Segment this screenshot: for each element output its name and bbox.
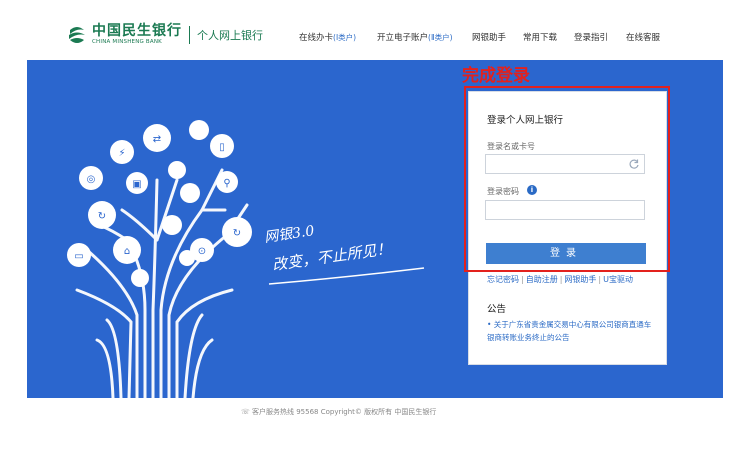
nav-ebank-assistant[interactable]: 网银助手 xyxy=(472,31,506,43)
svg-text:▯: ▯ xyxy=(219,142,225,153)
svg-text:◎: ◎ xyxy=(87,174,96,185)
nav-login-guide[interactable]: 登录指引 xyxy=(574,31,608,43)
login-title: 登录个人网上银行 xyxy=(487,115,564,126)
link-separator: | xyxy=(598,275,602,284)
refresh-icon[interactable] xyxy=(628,158,640,170)
link-separator: | xyxy=(559,275,563,284)
slogan-line-2: 改变，不止所见！ xyxy=(271,239,392,274)
nav-open-e-account[interactable]: 开立电子账户(Ⅱ类户) xyxy=(377,31,453,43)
nav-online-service[interactable]: 在线客服 xyxy=(626,31,660,43)
notice-item[interactable]: • 关于广东省贵金属交易中心有限公司银商直通车银商转账业务终止的公告 xyxy=(487,318,657,344)
nav-downloads[interactable]: 常用下载 xyxy=(523,31,557,43)
svg-text:⚲: ⚲ xyxy=(223,178,230,189)
self-register-link[interactable]: 自助注册 xyxy=(526,275,558,284)
password-label: 登录密码 xyxy=(487,187,519,196)
svg-text:⚡: ⚡ xyxy=(118,148,125,159)
svg-text:↻: ↻ xyxy=(98,211,106,222)
footer-text: 客户服务热线 95568 Copyright© 版权所有 中国民生银行 xyxy=(251,408,437,416)
site-header: 中国民生银行 CHINA MINSHENG BANK 个人网上银行 在线办卡(Ⅰ… xyxy=(0,0,750,60)
slogan-graphic: 网银3.0 改变，不止所见！ xyxy=(263,223,425,285)
quick-links: 忘记密码 | 自助注册 | 网银助手 | U宝驱动 xyxy=(487,274,633,285)
svg-text:▭: ▭ xyxy=(74,251,83,262)
ukey-driver-link[interactable]: U宝驱动 xyxy=(603,275,633,284)
svg-text:⇄: ⇄ xyxy=(153,134,161,145)
info-icon[interactable]: i xyxy=(527,185,537,195)
annotation-label: 完成登录 xyxy=(462,66,530,86)
slogan-line-1: 网银3.0 xyxy=(263,223,315,246)
password-input[interactable] xyxy=(485,200,645,220)
phone-icon: ☏ xyxy=(241,408,252,416)
svg-text:↻: ↻ xyxy=(233,228,241,239)
svg-text:▣: ▣ xyxy=(132,179,141,190)
footer: ☏ 客户服务热线 95568 Copyright© 版权所有 中国民生银行 xyxy=(241,407,436,417)
svg-text:⊙: ⊙ xyxy=(198,246,206,257)
link-separator: | xyxy=(521,275,524,284)
nav-online-card[interactable]: 在线办卡(Ⅰ类户) xyxy=(299,31,356,43)
login-button[interactable]: 登录 xyxy=(486,243,646,264)
notice-title: 公告 xyxy=(487,304,507,315)
forgot-password-link[interactable]: 忘记密码 xyxy=(487,275,519,284)
ebank-assistant-link[interactable]: 网银助手 xyxy=(564,275,596,284)
svg-text:⌂: ⌂ xyxy=(124,246,130,257)
top-nav: 在线办卡(Ⅰ类户) 开立电子账户(Ⅱ类户) 网银助手 常用下载 登录指引 在线客… xyxy=(0,31,750,43)
username-input[interactable] xyxy=(485,154,645,174)
username-label: 登录名或卡号 xyxy=(487,142,535,151)
